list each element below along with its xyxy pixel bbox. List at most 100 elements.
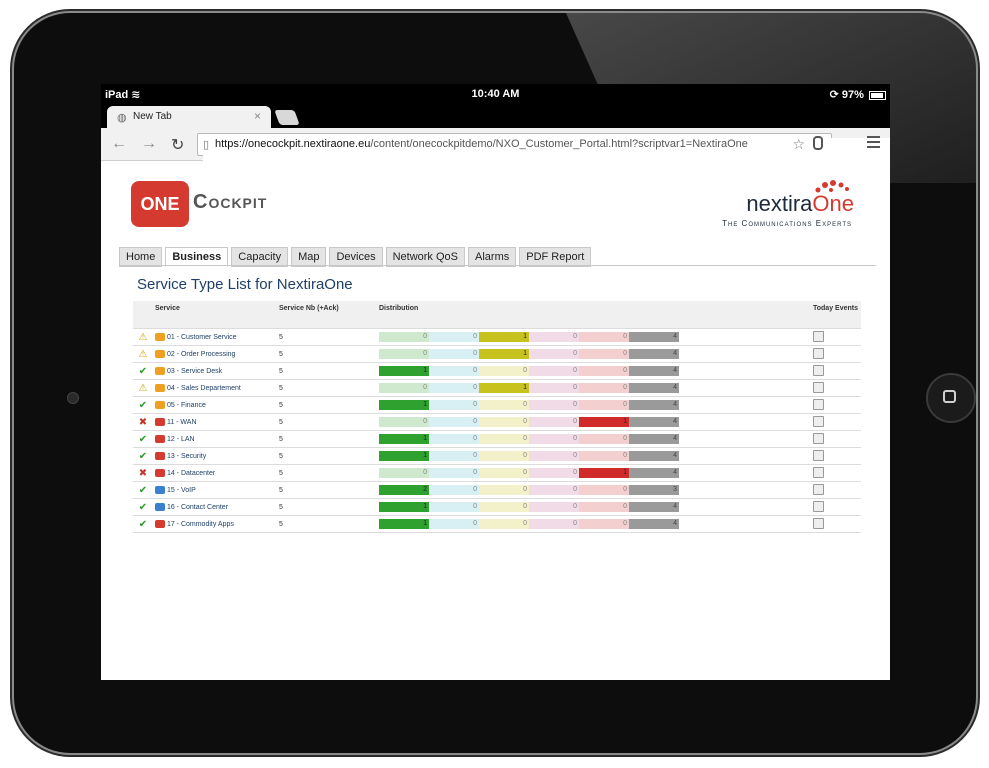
events-report-icon[interactable] <box>813 500 824 512</box>
table-row[interactable]: ✔ 05 - Finance 5 1 0 0 0 0 4 <box>133 396 861 414</box>
service-link[interactable]: 16 - Contact Center <box>165 504 228 511</box>
events-report-icon[interactable] <box>813 517 824 529</box>
distribution-bar[interactable]: 0 0 1 0 0 4 <box>379 383 679 393</box>
service-link[interactable]: 02 - Order Processing <box>165 351 235 358</box>
events-report-icon[interactable] <box>813 449 824 461</box>
nav-tab-devices[interactable]: Devices <box>329 247 383 267</box>
table-row[interactable]: ⚠ 02 - Order Processing 5 0 0 1 0 0 4 <box>133 345 861 363</box>
table-row[interactable]: ✖ 11 - WAN 5 0 0 0 0 1 4 <box>133 413 861 431</box>
nav-tab-home[interactable]: Home <box>119 247 163 267</box>
events-report-icon[interactable] <box>813 330 824 342</box>
distribution-segment-green: 0 <box>379 417 429 427</box>
service-link[interactable]: 13 - Security <box>165 453 206 460</box>
microphone-icon[interactable] <box>813 136 823 150</box>
service-link[interactable]: 03 - Service Desk <box>165 368 222 375</box>
distribution-cell: 2 0 0 0 0 3 <box>377 481 811 499</box>
distribution-bar[interactable]: 0 0 1 0 0 4 <box>379 349 679 359</box>
menu-icon[interactable] <box>867 136 880 151</box>
close-tab-icon[interactable]: × <box>254 109 261 123</box>
segment-count: 0 <box>473 333 477 340</box>
table-row[interactable]: ✔ 13 - Security 5 1 0 0 0 0 4 <box>133 447 861 465</box>
bookmark-star-icon[interactable]: ☆ <box>792 136 805 153</box>
segment-count: 0 <box>423 418 427 425</box>
service-link[interactable]: 12 - LAN <box>165 436 195 443</box>
back-arrow-icon[interactable]: ← <box>111 135 127 153</box>
nav-tab-alarms[interactable]: Alarms <box>468 247 517 267</box>
events-report-icon[interactable] <box>813 347 824 359</box>
segment-count: 0 <box>573 401 577 408</box>
service-link[interactable]: 05 - Finance <box>165 402 206 409</box>
service-link[interactable]: 01 - Customer Service <box>165 334 237 341</box>
nav-tab-business[interactable]: Business <box>165 247 229 267</box>
rotation-lock-icon: ⟳ <box>829 89 839 101</box>
table-row[interactable]: ✔ 16 - Contact Center 5 1 0 0 0 0 4 <box>133 498 861 516</box>
distribution-bar[interactable]: 1 0 0 0 0 4 <box>379 451 679 461</box>
segment-count: 0 <box>623 401 627 408</box>
distribution-bar[interactable]: 2 0 0 0 0 3 <box>379 485 679 495</box>
service-type-icon <box>155 367 165 375</box>
nav-tab-map[interactable]: Map <box>291 247 327 267</box>
home-square-icon <box>943 390 956 403</box>
table-row[interactable]: ⚠ 04 - Sales Departement 5 0 0 1 0 0 4 <box>133 379 861 397</box>
service-link[interactable]: 17 - Commodity Apps <box>165 521 234 528</box>
distribution-bar[interactable]: 0 0 0 0 1 4 <box>379 468 679 478</box>
distribution-bar[interactable]: 1 0 0 0 0 4 <box>379 502 679 512</box>
service-header: Service <box>153 301 277 329</box>
table-row[interactable]: ✔ 17 - Commodity Apps 5 1 0 0 0 0 4 <box>133 515 861 533</box>
browser-tab[interactable]: ◍ New Tab × <box>107 106 271 128</box>
segment-count: 0 <box>423 350 427 357</box>
events-report-icon[interactable] <box>813 415 824 427</box>
distribution-fill <box>379 400 429 410</box>
address-bar[interactable]: ▯ https://onecockpit.nextiraone.eu/conte… <box>197 133 890 657</box>
events-report-icon[interactable] <box>813 466 824 478</box>
service-link[interactable]: 15 - VoIP <box>165 487 196 494</box>
segment-count: 0 <box>523 503 527 510</box>
segment-count: 0 <box>573 384 577 391</box>
events-report-icon[interactable] <box>813 432 824 444</box>
segment-count: 0 <box>473 367 477 374</box>
nav-tab-network-qos[interactable]: Network QoS <box>385 247 466 267</box>
warning-icon: ⚠ <box>133 328 153 346</box>
service-nb: 5 <box>277 430 377 448</box>
events-report-icon[interactable] <box>813 483 824 495</box>
segment-count: 0 <box>473 350 477 357</box>
distribution-bar[interactable]: 1 0 0 0 0 4 <box>379 366 679 376</box>
segment-count: 4 <box>673 418 677 425</box>
segment-count: 0 <box>573 418 577 425</box>
distribution-bar[interactable]: 1 0 0 0 0 4 <box>379 400 679 410</box>
service-type-icon <box>155 520 165 528</box>
distribution-segment-cyan: 0 <box>429 332 479 342</box>
nav-tab-capacity[interactable]: Capacity <box>231 247 289 267</box>
events-report-icon[interactable] <box>813 398 824 410</box>
distribution-segment-red: 1 <box>579 417 629 427</box>
events-report-icon[interactable] <box>813 381 824 393</box>
distribution-segment-yellow: 0 <box>479 366 529 376</box>
forward-arrow-icon[interactable]: → <box>141 135 157 153</box>
distribution-bar[interactable]: 0 0 0 0 1 4 <box>379 417 679 427</box>
distribution-segment-cyan: 0 <box>429 519 479 529</box>
ok-check-icon: ✔ <box>133 430 153 448</box>
table-row[interactable]: ✖ 14 - Datacenter 5 0 0 0 0 1 4 <box>133 464 861 482</box>
distribution-segment-cyan: 0 <box>429 366 479 376</box>
distribution-bar[interactable]: 1 0 0 0 0 4 <box>379 434 679 444</box>
distribution-cell: 0 0 1 0 0 4 <box>377 345 811 363</box>
events-report-icon[interactable] <box>813 364 824 376</box>
battery-icon <box>869 90 886 100</box>
events-cell <box>811 379 861 397</box>
distribution-segment-grey: 4 <box>629 519 679 529</box>
table-row[interactable]: ✔ 12 - LAN 5 1 0 0 0 0 4 <box>133 430 861 448</box>
new-tab-button[interactable] <box>274 110 300 125</box>
service-link[interactable]: 14 - Datacenter <box>165 470 215 477</box>
reload-icon[interactable]: ↻ <box>171 135 184 155</box>
url-text[interactable]: https://onecockpit.nextiraone.eu/content… <box>215 138 748 150</box>
home-button[interactable] <box>926 373 976 423</box>
distribution-bar[interactable]: 0 0 1 0 0 4 <box>379 332 679 342</box>
table-row[interactable]: ✔ 03 - Service Desk 5 1 0 0 0 0 4 <box>133 362 861 380</box>
table-row[interactable]: ✔ 15 - VoIP 5 2 0 0 0 0 3 <box>133 481 861 499</box>
service-link[interactable]: 11 - WAN <box>165 419 197 426</box>
segment-count: 1 <box>423 520 427 527</box>
nav-tab-pdf-report[interactable]: PDF Report <box>519 247 592 267</box>
service-link[interactable]: 04 - Sales Departement <box>165 385 241 392</box>
distribution-bar[interactable]: 1 0 0 0 0 4 <box>379 519 679 529</box>
table-row[interactable]: ⚠ 01 - Customer Service 5 0 0 1 0 0 4 <box>133 328 861 346</box>
